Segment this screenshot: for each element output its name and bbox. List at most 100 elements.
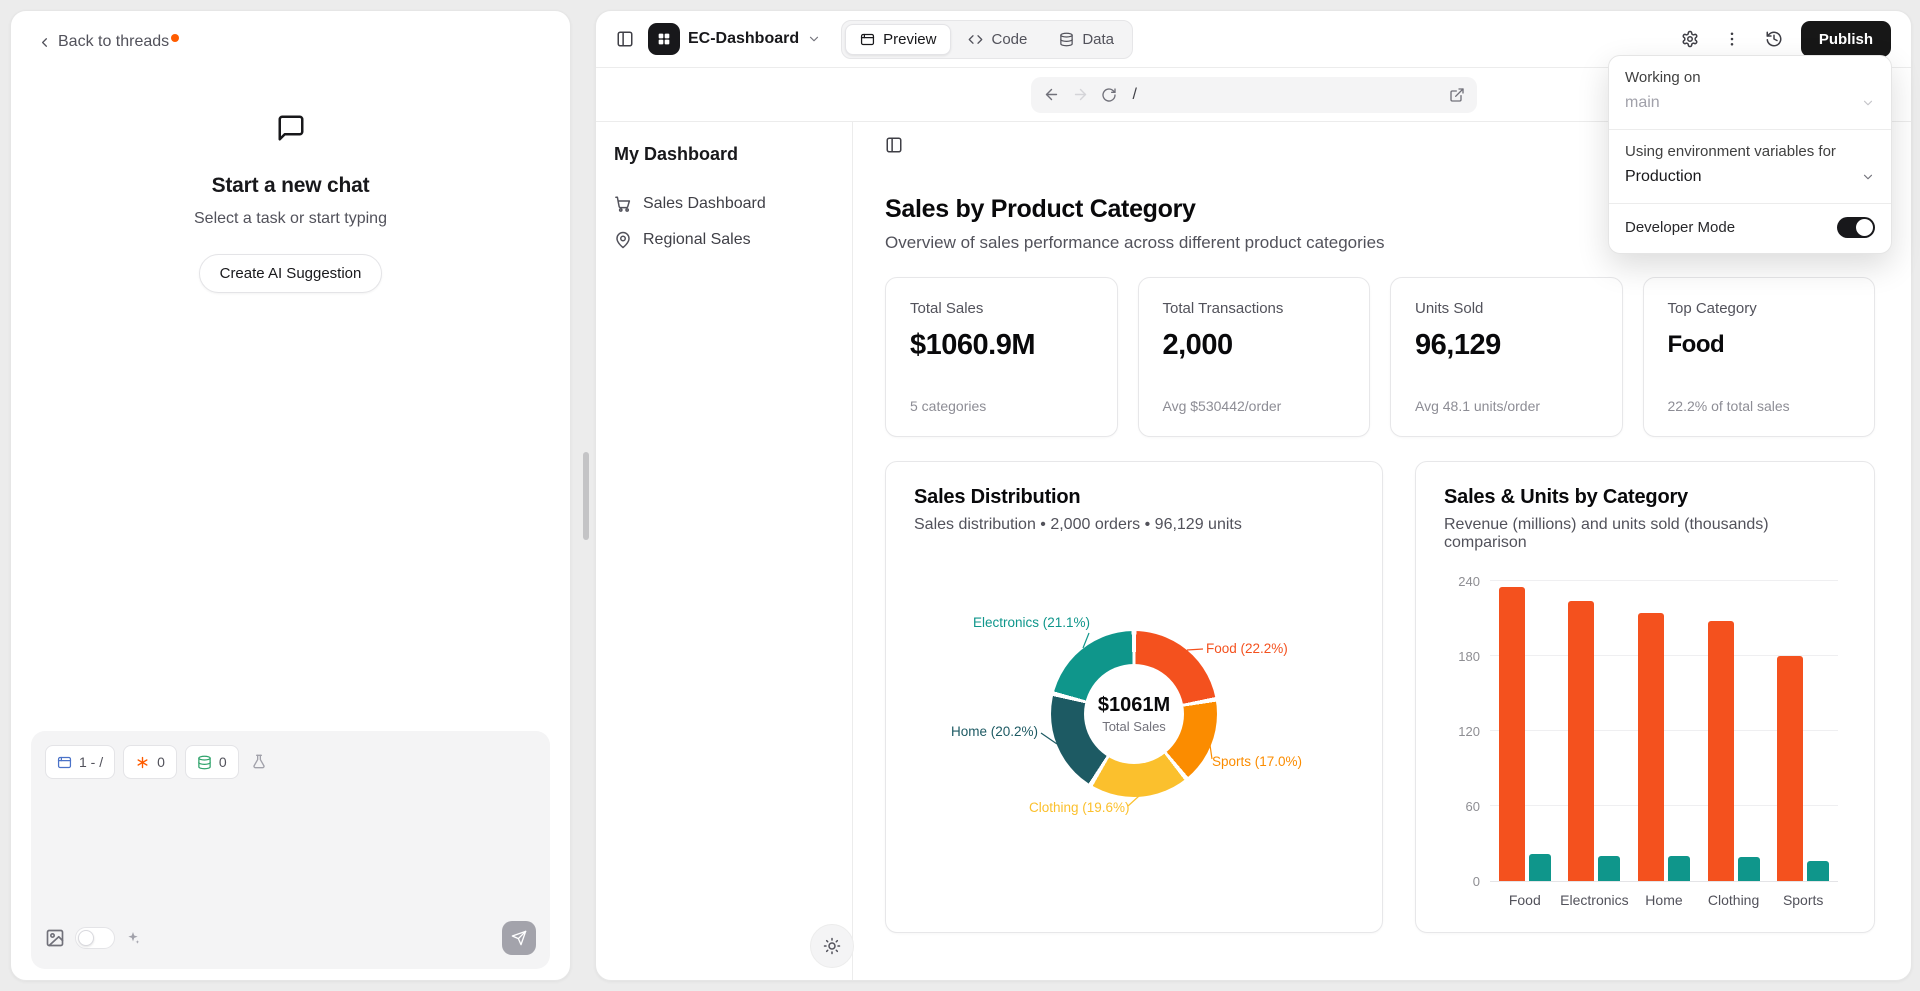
send-icon [511, 930, 527, 946]
y-axis-tick: 60 [1444, 799, 1480, 814]
units-bar [1668, 856, 1690, 881]
sidebar-item-regional-sales[interactable]: Regional Sales [614, 231, 834, 249]
donut-slice-label: Home (20.2%) [951, 724, 1038, 739]
chart-subtitle: Sales distribution • 2,000 orders • 96,1… [914, 516, 1354, 534]
stat-card-total-sales: Total Sales $1060.9M 5 categories [885, 277, 1118, 437]
refresh-icon[interactable] [1101, 87, 1117, 103]
working-on-section: Working on main [1609, 56, 1891, 129]
toggle-knob [78, 930, 94, 946]
chart-title: Sales & Units by Category [1444, 486, 1846, 509]
stat-value: $1060.9M [910, 329, 1093, 362]
units-bar [1738, 857, 1760, 881]
sidebar-item-label: Regional Sales [643, 231, 751, 249]
context-chip-errors[interactable]: 0 [123, 745, 177, 779]
donut-center: $1061M Total Sales [1084, 664, 1184, 764]
y-axis-tick: 180 [1444, 649, 1480, 664]
context-chip-page[interactable]: 1 - / [45, 745, 115, 779]
bar-group [1490, 582, 1560, 881]
theme-toggle-button[interactable] [810, 924, 854, 968]
donut-slice-label: Clothing (19.6%) [1029, 800, 1130, 815]
units-bar [1529, 854, 1551, 881]
bar-xlabels: FoodElectronicsHomeClothingSports [1490, 892, 1838, 908]
settings-gear-icon[interactable] [1681, 30, 1699, 48]
context-chip-database[interactable]: 0 [185, 745, 239, 779]
y-axis-tick: 240 [1444, 574, 1480, 589]
open-external-icon[interactable] [1449, 87, 1465, 103]
dashboard-sidebar-toggle-icon[interactable] [885, 136, 903, 154]
revenue-bar [1708, 621, 1734, 881]
url-path[interactable]: / [1133, 86, 1437, 104]
bar-group [1768, 582, 1838, 881]
dashboard-sidebar: My Dashboard Sales Dashboard Regional Sa… [596, 122, 853, 980]
project-switcher[interactable]: EC-Dashboard [648, 23, 821, 55]
revenue-bar [1638, 613, 1664, 881]
branch-select[interactable]: main [1625, 86, 1875, 120]
developer-mode-label: Developer Mode [1625, 219, 1735, 236]
browser-window-icon [57, 755, 72, 770]
x-axis-label: Clothing [1699, 892, 1769, 908]
back-to-threads-link[interactable]: Back to threads [37, 33, 169, 51]
history-icon[interactable] [1765, 30, 1783, 48]
branch-value: main [1625, 94, 1660, 112]
send-button[interactable] [502, 921, 536, 955]
chat-composer[interactable]: 1 - / 0 0 [31, 731, 550, 969]
tab-label: Code [991, 31, 1027, 48]
chat-bubble-icon [276, 113, 306, 143]
panel-resize-handle[interactable] [583, 452, 589, 540]
create-ai-suggestion-button[interactable]: Create AI Suggestion [199, 254, 383, 293]
context-chip-label: 0 [157, 754, 165, 770]
image-attach-icon[interactable] [45, 928, 65, 948]
environment-select[interactable]: Production [1625, 160, 1875, 194]
tab-data[interactable]: Data [1044, 24, 1129, 55]
y-axis-tick: 0 [1444, 874, 1480, 889]
publish-button[interactable]: Publish [1801, 21, 1891, 57]
units-bar [1807, 861, 1829, 881]
sidebar-item-sales-dashboard[interactable]: Sales Dashboard [614, 195, 834, 213]
back-arrow-icon[interactable] [1043, 86, 1060, 103]
tab-code[interactable]: Code [953, 24, 1042, 55]
donut-chart-area: $1061M Total Sales Food (22.2%) Sports (1… [914, 544, 1354, 889]
donut-slice-label: Sports (17.0%) [1212, 754, 1302, 769]
view-mode-tabs: Preview Code Data [841, 20, 1133, 59]
app-window-icon [860, 32, 875, 47]
toolbar-right-group: Publish [1681, 21, 1891, 57]
forward-arrow-icon[interactable] [1072, 86, 1089, 103]
environment-value: Production [1625, 168, 1702, 186]
stat-card-units-sold: Units Sold 96,129 Avg 48.1 units/order [1390, 277, 1623, 437]
code-icon [968, 32, 983, 47]
tab-label: Data [1082, 31, 1114, 48]
url-bar[interactable]: / [1031, 77, 1477, 113]
stat-value: Food [1668, 331, 1851, 359]
context-chip-label: 0 [219, 754, 227, 770]
developer-mode-row: Developer Mode [1609, 204, 1891, 253]
chart-subtitle: Revenue (millions) and units sold (thous… [1444, 516, 1846, 552]
context-chip-row: 1 - / 0 0 [45, 745, 536, 779]
stat-footnote: 22.2% of total sales [1668, 398, 1851, 414]
app-logo [648, 23, 680, 55]
units-bar [1598, 856, 1620, 881]
empty-state-title: Start a new chat [11, 174, 570, 198]
ai-mode-toggle[interactable] [75, 927, 115, 949]
chat-empty-state: Start a new chat Select a task or start … [11, 113, 570, 293]
sun-icon [823, 937, 841, 955]
developer-mode-toggle[interactable] [1837, 217, 1875, 238]
environment-label: Using environment variables for [1625, 143, 1875, 160]
donut-center-sublabel: Total Sales [1102, 719, 1166, 734]
flask-icon[interactable] [251, 754, 267, 770]
stats-grid: Total Sales $1060.9M 5 categories Total … [885, 277, 1875, 437]
chevron-down-icon [807, 32, 821, 46]
tab-label: Preview [883, 31, 936, 48]
x-axis-label: Food [1490, 892, 1560, 908]
sidebar-toggle-icon[interactable] [616, 30, 634, 48]
composer-bottom-row [45, 921, 536, 955]
stat-card-total-transactions: Total Transactions 2,000 Avg $530442/ord… [1138, 277, 1371, 437]
sparkles-icon [125, 930, 141, 946]
bar-chart-wrap: 060120180240 FoodElectronicsHomeClothing… [1444, 582, 1846, 908]
tab-preview[interactable]: Preview [845, 24, 951, 55]
donut-slice-label: Food (22.2%) [1206, 641, 1288, 656]
more-options-icon[interactable] [1723, 30, 1741, 48]
map-pin-icon [614, 231, 632, 249]
project-name: EC-Dashboard [688, 30, 799, 48]
dashboard-sidebar-title: My Dashboard [614, 144, 834, 165]
stat-card-top-category: Top Category Food 22.2% of total sales [1643, 277, 1876, 437]
